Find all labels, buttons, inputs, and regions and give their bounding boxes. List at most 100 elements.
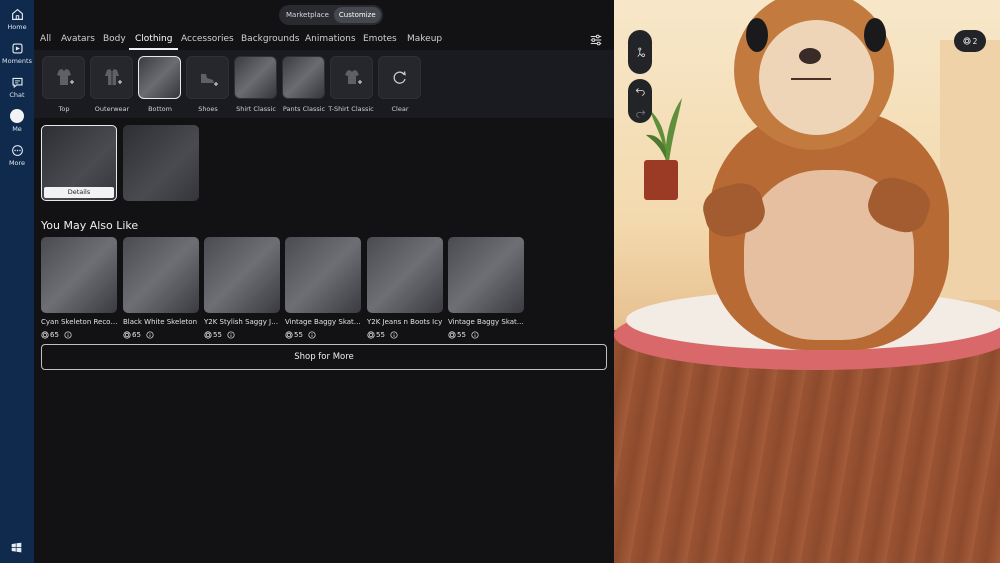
moments-icon	[11, 43, 23, 54]
robux-icon	[448, 331, 456, 339]
slot-shoes[interactable]	[186, 56, 229, 99]
nav-chat[interactable]: Chat	[0, 76, 34, 99]
rec-price-value: 55	[376, 331, 385, 339]
slot-clear[interactable]	[378, 56, 421, 99]
rec-price-value: 55	[213, 331, 222, 339]
info-icon[interactable]	[308, 331, 316, 339]
robux-icon	[123, 331, 131, 339]
jacket-add-icon	[104, 68, 122, 85]
slot-shirt-classic[interactable]	[234, 56, 277, 99]
more-icon	[11, 145, 23, 156]
rec-price-value: 55	[457, 331, 466, 339]
robux-icon	[204, 331, 212, 339]
rec-price-value: 55	[294, 331, 303, 339]
robux-icon	[285, 331, 293, 339]
tab-clothing[interactable]: Clothing	[129, 30, 179, 50]
avatar-icon	[10, 109, 24, 123]
currency-count: 2	[972, 36, 978, 46]
robux-icon	[41, 331, 49, 339]
info-icon[interactable]	[146, 331, 154, 339]
tshirt-add-icon	[344, 69, 362, 84]
avatar-preview[interactable]: 2	[614, 0, 1000, 563]
details-button[interactable]: Details	[44, 187, 114, 198]
pose-edit-icon[interactable]	[635, 47, 646, 58]
info-icon[interactable]	[390, 331, 398, 339]
avatar-left-eye	[746, 18, 768, 52]
slot-bottom[interactable]	[138, 56, 181, 99]
left-nav: Home Moments Chat Me More	[0, 0, 34, 563]
undo-icon[interactable]	[635, 85, 646, 96]
avatar-mouth	[791, 78, 831, 80]
marketplace-toggle[interactable]: Marketplace	[281, 7, 334, 23]
tab-animations[interactable]: Animations	[305, 30, 356, 50]
rec-price-3: 55	[204, 330, 236, 340]
nav-more[interactable]: More	[0, 144, 34, 167]
rec-name-5[interactable]: Y2K Jeans n Boots Icy	[367, 318, 445, 326]
app-root: Home Moments Chat Me More Marketplace Cu…	[0, 0, 1000, 563]
slot-tshirt-classic[interactable]	[330, 56, 373, 99]
rec-price-6: 55	[448, 330, 480, 340]
tab-accessories[interactable]: Accessories	[181, 30, 234, 50]
rec-name-1[interactable]: Cyan Skeleton Recolor	[41, 318, 119, 326]
recommendations-title: You May Also Like	[41, 219, 139, 232]
info-icon[interactable]	[227, 331, 235, 339]
background-shelf	[940, 40, 1000, 300]
refresh-icon	[393, 70, 406, 84]
nav-moments-label: Moments	[2, 57, 32, 65]
redo-icon[interactable]	[635, 107, 646, 118]
rec-price-1: 65	[41, 330, 73, 340]
rec-card-3[interactable]	[204, 237, 280, 313]
rec-name-3[interactable]: Y2K Stylish Saggy Jeans	[204, 318, 282, 326]
shop-for-more-button[interactable]: Shop for More	[41, 344, 607, 370]
customize-toggle[interactable]: Customize	[333, 7, 381, 23]
customize-panel: Marketplace Customize All Avatars Body C…	[34, 0, 614, 563]
robux-icon	[963, 37, 971, 45]
nav-moments[interactable]: Moments	[0, 42, 34, 65]
tab-all[interactable]: All	[40, 30, 51, 50]
slot-outerwear[interactable]	[90, 56, 133, 99]
category-tabs: All Avatars Body Clothing Accessories Ba…	[34, 30, 614, 50]
rec-name-4[interactable]: Vintage Baggy Skater Jeans	[285, 318, 363, 326]
chat-icon	[11, 77, 23, 89]
rec-price-value: 65	[50, 331, 59, 339]
edit-tools-group	[628, 30, 652, 74]
rec-price-value: 65	[132, 331, 141, 339]
undo-redo-group	[628, 79, 652, 123]
tab-makeup[interactable]: Makeup	[407, 30, 442, 50]
filter-sliders-icon[interactable]	[589, 33, 603, 47]
tab-body[interactable]: Body	[103, 30, 126, 50]
rec-price-5: 55	[367, 330, 399, 340]
rec-card-1[interactable]	[41, 237, 117, 313]
rec-card-6[interactable]	[448, 237, 524, 313]
equipped-item-2[interactable]	[123, 125, 199, 201]
slot-top[interactable]	[42, 56, 85, 99]
rec-card-4[interactable]	[285, 237, 361, 313]
tab-emotes[interactable]: Emotes	[363, 30, 397, 50]
rec-price-2: 65	[123, 330, 155, 340]
rec-card-5[interactable]	[367, 237, 443, 313]
rec-name-6[interactable]: Vintage Baggy Skater Pants	[448, 318, 526, 326]
slot-clear-label: Clear	[391, 105, 409, 113]
windows-icon[interactable]	[11, 542, 22, 553]
shirt-add-icon	[56, 68, 74, 85]
plant-decoration	[646, 98, 682, 170]
rec-card-2[interactable]	[123, 237, 199, 313]
plant-pot	[644, 160, 678, 200]
shoe-add-icon	[200, 73, 218, 86]
rec-name-2[interactable]: Black White Skeleton	[123, 318, 201, 326]
slot-pants-classic[interactable]	[282, 56, 325, 99]
equipped-item-1[interactable]: Details	[41, 125, 117, 201]
currency-count-pill[interactable]: 2	[954, 30, 986, 52]
nav-me[interactable]: Me	[0, 109, 34, 133]
nav-home[interactable]: Home	[0, 8, 34, 31]
tab-avatars[interactable]: Avatars	[61, 30, 95, 50]
avatar-nose	[799, 48, 821, 64]
rec-price-4: 55	[285, 330, 317, 340]
info-icon[interactable]	[64, 331, 72, 339]
info-icon[interactable]	[471, 331, 479, 339]
nav-chat-label: Chat	[9, 91, 25, 99]
tab-backgrounds[interactable]: Backgrounds	[241, 30, 299, 50]
robux-icon	[367, 331, 375, 339]
avatar-right-eye	[864, 18, 886, 52]
home-icon	[11, 8, 23, 20]
